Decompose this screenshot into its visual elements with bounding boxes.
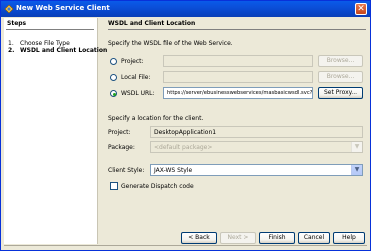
- package-label: Package:: [108, 144, 135, 151]
- step-label: Choose File Type: [20, 40, 70, 47]
- client-style-value: JAX-WS Style: [154, 167, 193, 174]
- steps-title: Steps: [7, 20, 27, 27]
- close-icon: ✕: [357, 4, 365, 14]
- wsdl-url-radio[interactable]: [110, 90, 117, 97]
- section-title: WSDL and Client Location: [108, 20, 196, 27]
- location-instruction: Specify a location for the client.: [108, 115, 204, 122]
- chevron-down-icon[interactable]: ▼: [351, 165, 362, 175]
- cancel-button[interactable]: Cancel: [298, 232, 330, 244]
- set-proxy-button[interactable]: Set Proxy...: [318, 87, 363, 99]
- wsdl-url-input[interactable]: https://server/ebusinesswebservices/masb…: [163, 87, 313, 99]
- generate-dispatch-label: Generate Dispatch code: [121, 183, 194, 190]
- step-number: 1.: [8, 40, 14, 47]
- step-number: 2.: [8, 47, 15, 54]
- app-icon: [4, 4, 14, 14]
- project-browse-button[interactable]: Browse...: [318, 55, 363, 67]
- help-button[interactable]: Help: [333, 232, 365, 244]
- finish-button[interactable]: Finish: [259, 232, 295, 244]
- step-item-wsdl-location: 2. WSDL and Client Location: [8, 47, 107, 54]
- local-file-radio-label: Local File:: [121, 74, 151, 81]
- client-project-label: Project:: [108, 129, 131, 136]
- package-combo[interactable]: <default package> ▼: [150, 141, 363, 153]
- footer-divider: [4, 245, 367, 246]
- step-item-choose-file-type: 1. Choose File Type: [8, 40, 70, 47]
- local-file-browse-button[interactable]: Browse...: [318, 71, 363, 83]
- step-label: WSDL and Client Location: [20, 47, 108, 54]
- chevron-down-icon[interactable]: ▼: [351, 142, 362, 152]
- section-divider: [108, 29, 366, 30]
- wsdl-url-radio-label: WSDL URL:: [121, 90, 155, 97]
- title-bar[interactable]: New Web Service Client ✕: [1, 1, 370, 17]
- local-file-radio[interactable]: [110, 74, 117, 81]
- window-title: New Web Service Client: [16, 4, 110, 12]
- client-style-combo[interactable]: JAX-WS Style ▼: [150, 164, 363, 176]
- generate-dispatch-checkbox[interactable]: [110, 182, 118, 190]
- steps-divider: [6, 29, 94, 30]
- main-panel: WSDL and Client Location Specify the WSD…: [108, 18, 366, 244]
- close-button[interactable]: ✕: [355, 3, 367, 15]
- project-radio[interactable]: [110, 58, 117, 65]
- steps-panel: Steps 1. Choose File Type 2. WSDL and Clie…: [4, 18, 107, 244]
- client-style-label: Client Style:: [108, 167, 145, 174]
- wsdl-instruction: Specify the WSDL file of the Web Service…: [108, 40, 233, 47]
- project-field[interactable]: [163, 55, 313, 67]
- client-project-field: DesktopApplication1: [150, 126, 363, 138]
- next-button[interactable]: Next >: [220, 232, 256, 244]
- local-file-field[interactable]: [163, 71, 313, 83]
- back-button[interactable]: < Back: [181, 232, 217, 244]
- package-value: <default package>: [154, 144, 213, 151]
- dialog-window: New Web Service Client ✕ Steps 1. Choose …: [0, 0, 371, 251]
- project-radio-label: Project:: [121, 58, 144, 65]
